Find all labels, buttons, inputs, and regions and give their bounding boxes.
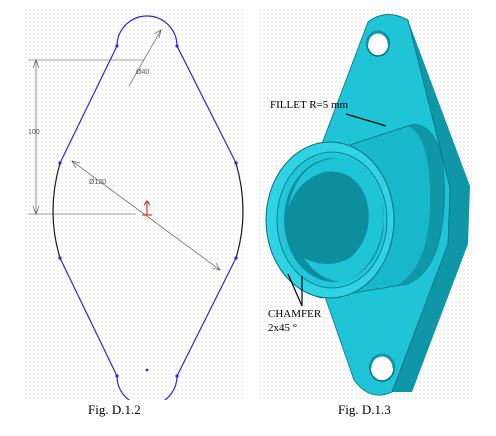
outline-top-arc <box>116 15 178 47</box>
right-figure-caption: Fig. D.1.3 <box>338 402 391 417</box>
chamfer-annotation-line1: CHAMFER <box>268 308 322 320</box>
outline-top-left-edge <box>59 45 118 164</box>
chamfer-annotation-line2: 2x45 ° <box>268 322 297 334</box>
height-dimension <box>28 59 144 215</box>
outline-bottom-left-edge <box>59 257 118 377</box>
height-dimension-label: 100 <box>28 129 40 136</box>
outline-bottom-arc <box>116 375 178 407</box>
outline-bottom-right-edge <box>176 257 237 377</box>
outline-right-arc <box>235 162 244 259</box>
fillet-annotation: FILLET R=5 mm <box>270 99 349 111</box>
left-figure-caption: Fig. D.1.2 <box>88 402 141 417</box>
sketch-drawing: 100 Ø40 Ø120 <box>28 15 244 407</box>
top-diameter-label: Ø40 <box>136 69 149 76</box>
sketch-drawing-panel: 100 Ø40 Ø120 <box>24 8 244 407</box>
model-render: FILLET R=5 mm CHAMFER 2x45 ° <box>265 14 470 396</box>
outline-left-arc <box>52 162 61 259</box>
origin-marker <box>142 200 152 216</box>
model-render-panel: FILLET R=5 mm CHAMFER 2x45 ° <box>258 8 472 400</box>
top-diameter-leader <box>128 29 162 87</box>
outline-top-right-edge <box>176 45 237 164</box>
center-diameter-label: Ø120 <box>89 179 106 186</box>
